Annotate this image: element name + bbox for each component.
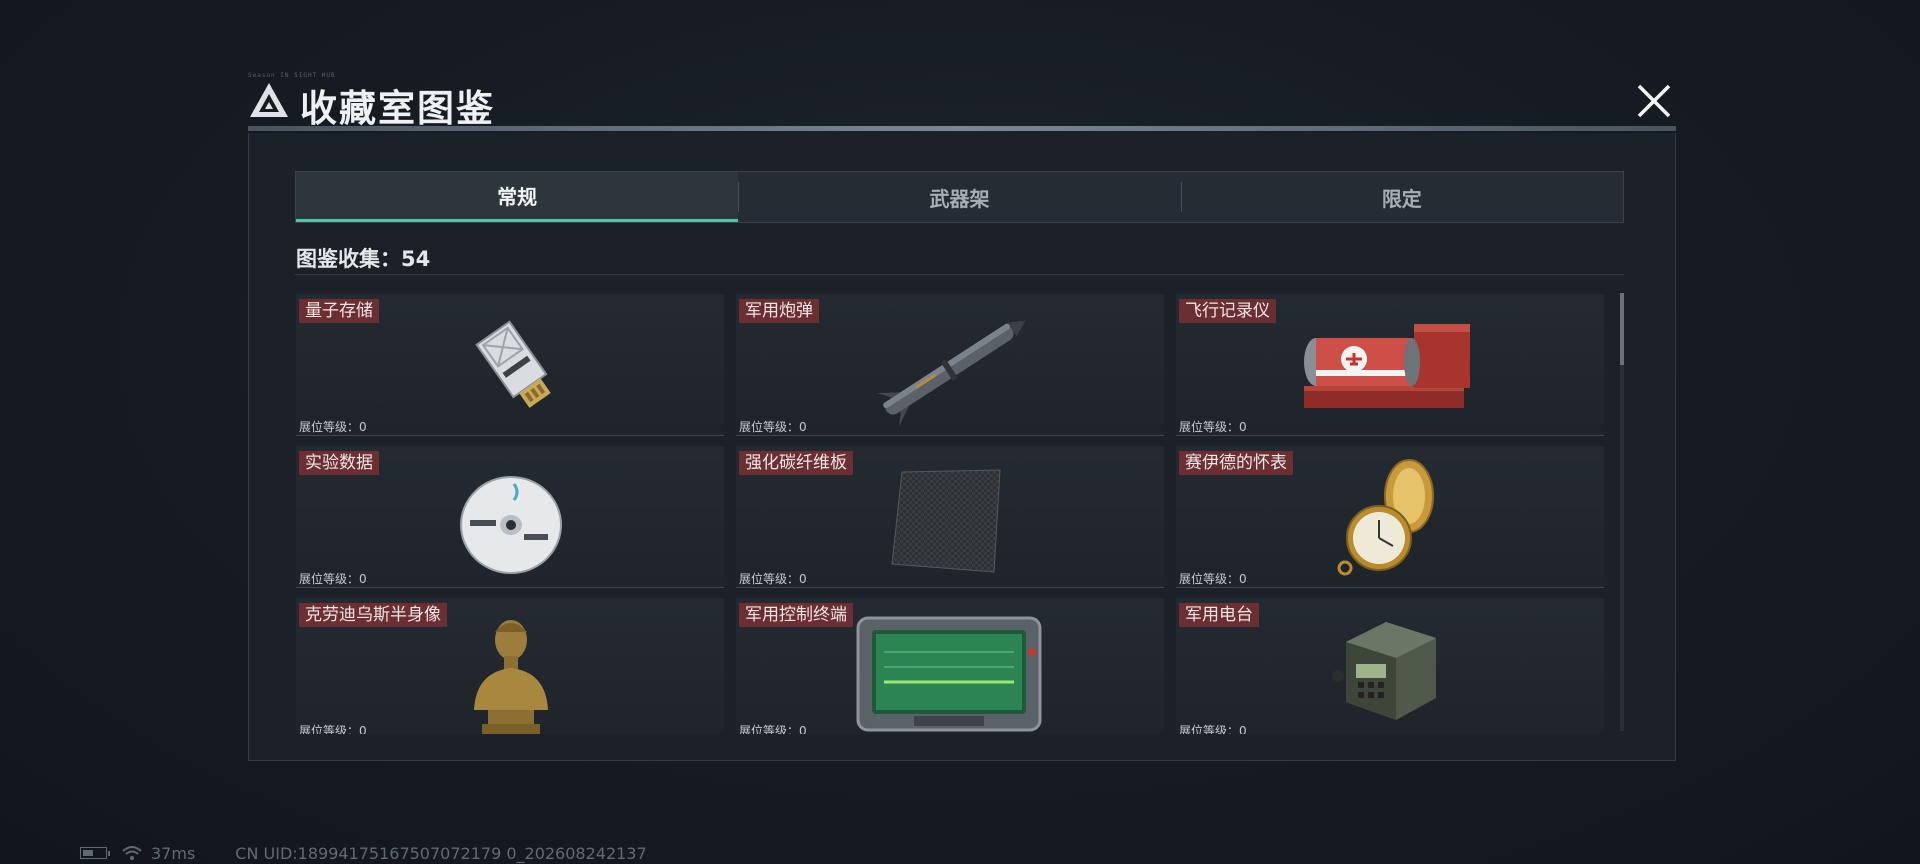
item-level: 展位等级：0 xyxy=(739,572,807,586)
collection-panel: 常规 武器架 限定 图鉴收集：54 量子存储 展位等级：0 军用炮弹 展位等级：… xyxy=(248,133,1676,761)
pocket-watch-icon xyxy=(1337,459,1434,576)
page-title: 收藏室图鉴 xyxy=(300,87,495,130)
disc-icon xyxy=(460,476,562,574)
item-level: 展位等级：0 xyxy=(739,724,807,734)
window-header: Season IN SIGHT HUB 收藏室图鉴 xyxy=(248,72,1676,132)
collection-count-label: 图鉴收集： xyxy=(296,247,401,271)
tab-weapon-rack[interactable]: 武器架 xyxy=(738,172,1180,222)
item-card-carbon-plate[interactable]: 强化碳纤维板 展位等级：0 xyxy=(736,446,1164,588)
missile-icon xyxy=(877,320,1026,427)
item-level: 展位等级：0 xyxy=(299,724,367,734)
item-name: 赛伊德的怀表 xyxy=(1179,451,1293,475)
item-level: 展位等级：0 xyxy=(1179,724,1247,734)
collection-count-value: 54 xyxy=(401,247,431,271)
tab-limited[interactable]: 限定 xyxy=(1180,172,1623,222)
wifi-icon xyxy=(122,846,142,860)
item-card-quantum-storage[interactable]: 量子存储 展位等级：0 xyxy=(296,294,724,436)
collection-count: 图鉴收集：54 xyxy=(296,243,430,273)
item-name: 克劳迪乌斯半身像 xyxy=(299,603,447,627)
scrollbar-thumb[interactable] xyxy=(1620,293,1624,365)
item-name: 军用炮弹 xyxy=(739,299,819,323)
item-name: 量子存储 xyxy=(299,299,379,323)
status-bar: 37ms CN UID:18994175167507072179 0_20260… xyxy=(80,843,647,863)
item-card-pocket-watch[interactable]: 赛伊德的怀表 展位等级：0 xyxy=(1176,446,1604,588)
item-card-control-terminal[interactable]: 军用控制终端 展位等级：0 xyxy=(736,598,1164,734)
battery-icon xyxy=(80,847,110,859)
carbon-plate-icon xyxy=(891,469,1001,573)
item-card-flight-recorder[interactable]: 飞行记录仪 展位等级：0 xyxy=(1176,294,1604,436)
ping-text: 37ms xyxy=(151,843,196,863)
tab-regular[interactable]: 常规 xyxy=(296,172,739,222)
item-name: 飞行记录仪 xyxy=(1179,299,1276,323)
header-divider xyxy=(248,126,1676,131)
item-level: 展位等级：0 xyxy=(1179,572,1247,586)
uid-text: CN UID:18994175167507072179 0_2026082421… xyxy=(235,843,647,863)
item-name: 强化碳纤维板 xyxy=(739,451,853,475)
item-card-military-shell[interactable]: 军用炮弹 展位等级：0 xyxy=(736,294,1164,436)
item-name: 军用控制终端 xyxy=(739,603,853,627)
close-icon[interactable] xyxy=(1632,79,1676,123)
section-divider xyxy=(295,274,1624,275)
item-grid: 量子存储 展位等级：0 军用炮弹 展位等级：0 飞行记录仪 展位等级：0 实验数… xyxy=(296,294,1618,734)
item-name: 军用电台 xyxy=(1179,603,1259,627)
item-level: 展位等级：0 xyxy=(299,420,367,434)
radio-icon xyxy=(1332,622,1436,720)
item-card-military-radio[interactable]: 军用电台 展位等级：0 xyxy=(1176,598,1604,734)
scrollbar[interactable] xyxy=(1620,293,1624,731)
item-level: 展位等级：0 xyxy=(299,572,367,586)
bust-icon xyxy=(474,620,548,734)
item-card-bust[interactable]: 克劳迪乌斯半身像 展位等级：0 xyxy=(296,598,724,734)
flight-recorder-icon xyxy=(1304,324,1470,408)
delta-logo-icon xyxy=(250,83,288,117)
item-card-experiment-data[interactable]: 实验数据 展位等级：0 xyxy=(296,446,724,588)
usb-drive-icon xyxy=(475,320,551,408)
item-level: 展位等级：0 xyxy=(739,420,807,434)
item-name: 实验数据 xyxy=(299,451,379,475)
terminal-icon xyxy=(856,616,1042,732)
tab-bar: 常规 武器架 限定 xyxy=(295,171,1624,223)
item-level: 展位等级：0 xyxy=(1179,420,1247,434)
